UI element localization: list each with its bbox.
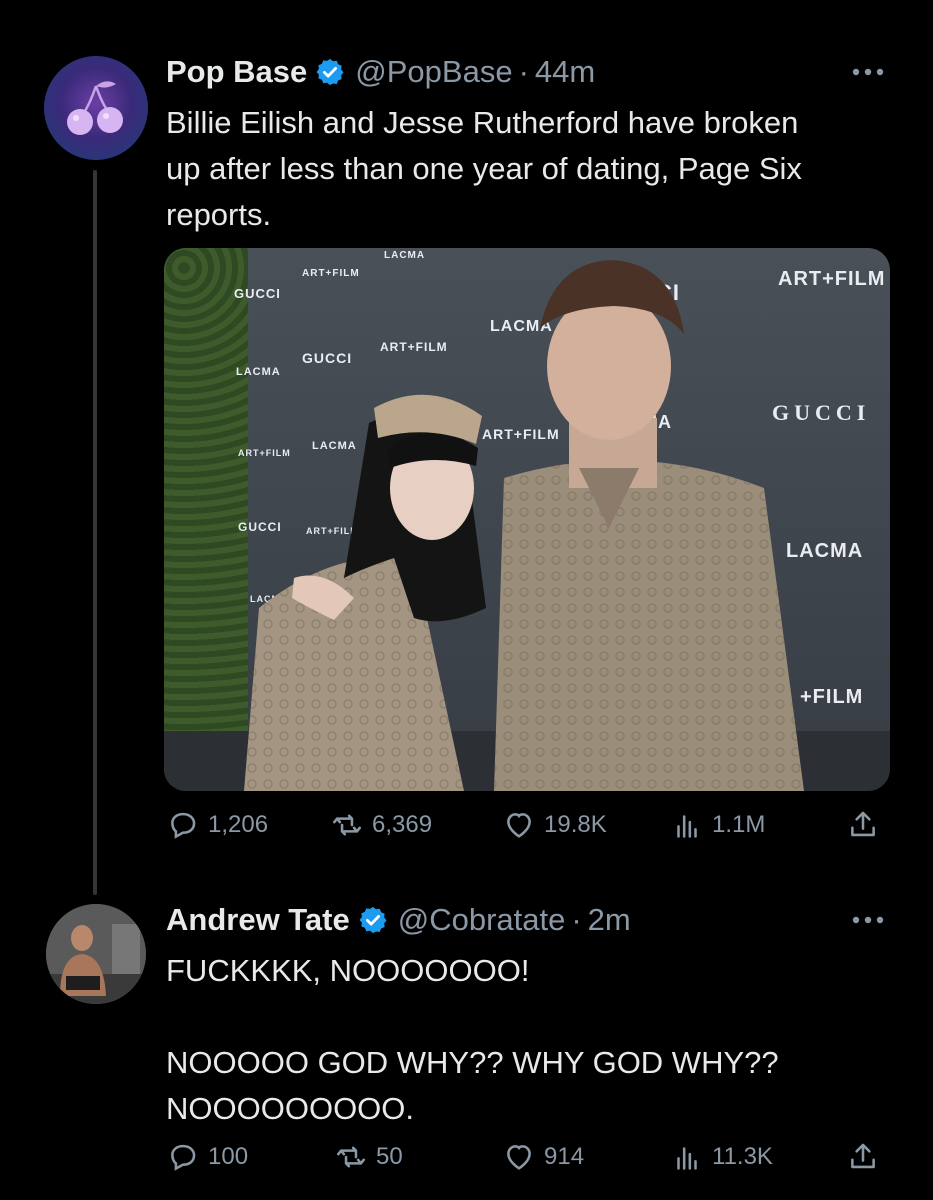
retweet-count: 6,369 (372, 811, 433, 838)
tweet-photo[interactable]: GUCCI ART+FILM LACMA GUCCI ART+FILM LACM… (164, 248, 890, 791)
reply-button[interactable]: 100 (166, 1140, 248, 1174)
tweet-header: Andrew Tate @Cobratate · 2m (166, 900, 631, 940)
tweet-text: Billie Eilish and Jesse Rutherford have … (166, 105, 802, 232)
popbase-avatar[interactable] (44, 56, 148, 160)
like-count: 19.8K (544, 811, 607, 838)
timestamp[interactable]: 2m (588, 902, 631, 938)
cobratate-avatar[interactable] (46, 904, 146, 1004)
views-button[interactable]: 1.1M (670, 808, 765, 842)
retweet-count: 50 (376, 1143, 403, 1170)
reply-button[interactable]: 1,206 (166, 808, 268, 842)
retweet-icon (336, 1146, 366, 1168)
share-icon (851, 811, 875, 837)
thread-connector-line (93, 170, 97, 895)
views-button[interactable]: 11.3K (670, 1140, 773, 1174)
views-icon (677, 1147, 697, 1170)
reply-icon (171, 1144, 196, 1171)
retweet-icon (332, 814, 362, 836)
heart-icon (507, 1145, 531, 1170)
tweet-header: Pop Base @PopBase · 44m (166, 52, 595, 92)
like-button[interactable]: 914 (502, 1140, 584, 1174)
view-count: 11.3K (712, 1143, 773, 1170)
gym-photo-icon (46, 904, 146, 1004)
reply-count: 100 (208, 1143, 249, 1170)
verified-badge-icon (316, 58, 344, 86)
views-icon (677, 815, 697, 838)
share-button[interactable] (846, 808, 888, 842)
author-handle[interactable]: @PopBase (355, 54, 512, 90)
author-name[interactable]: Andrew Tate (166, 902, 350, 938)
tweet-text: FUCKKKK, NOOOOOOO! NOOOOO GOD WHY?? WHY … (166, 953, 779, 1126)
cherry-logo-icon (67, 81, 123, 135)
verified-badge-icon (359, 906, 387, 934)
reply-icon (171, 812, 196, 839)
share-button[interactable] (846, 1140, 888, 1174)
author-name[interactable]: Pop Base (166, 54, 307, 90)
tweet-actions: 1,206 6,369 19.8K 1.1M (166, 808, 886, 848)
share-icon (851, 1143, 875, 1169)
couple-figures (244, 260, 804, 791)
tweet-actions: 100 50 914 11.3K (166, 1140, 886, 1180)
author-handle[interactable]: @Cobratate (398, 902, 566, 938)
heart-icon (507, 813, 531, 838)
reply-count: 1,206 (208, 811, 269, 838)
like-button[interactable]: 19.8K (502, 808, 607, 842)
timestamp[interactable]: 44m (535, 54, 595, 90)
more-dots-icon[interactable] (850, 914, 886, 926)
view-count: 1.1M (712, 811, 766, 838)
separator: · (571, 902, 582, 937)
more-dots-icon[interactable] (850, 66, 886, 78)
separator: · (518, 54, 529, 89)
retweet-button[interactable]: 50 (334, 1140, 403, 1174)
like-count: 914 (544, 1143, 585, 1170)
retweet-button[interactable]: 6,369 (330, 808, 432, 842)
